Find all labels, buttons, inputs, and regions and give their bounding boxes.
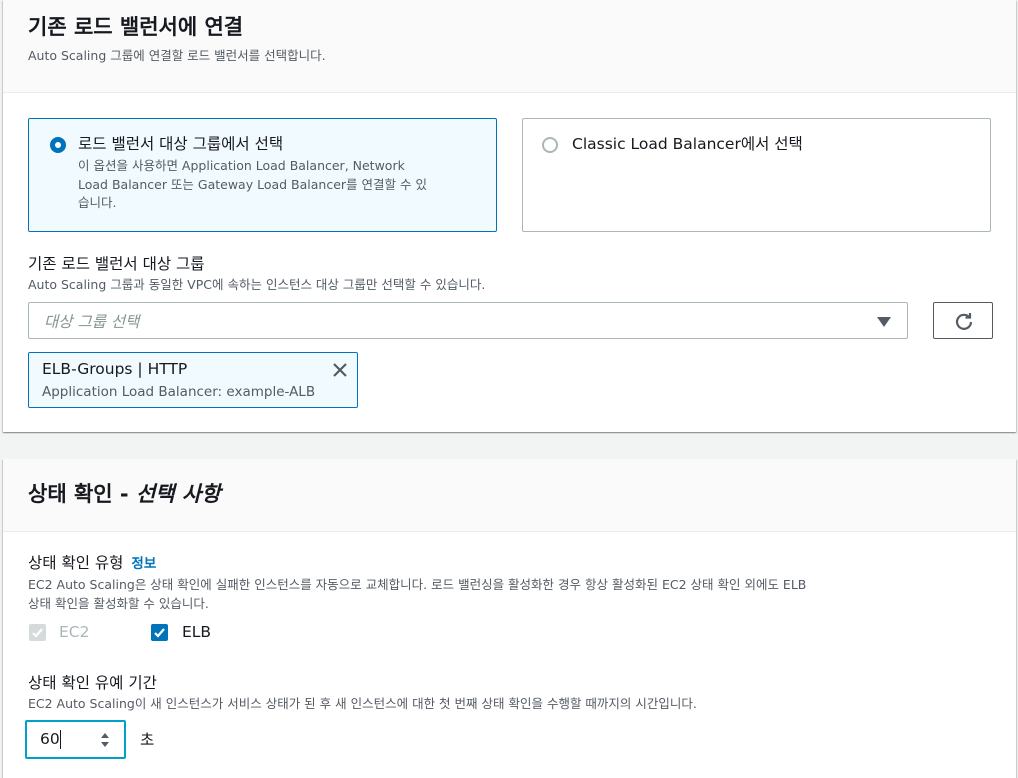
ec2-checkbox	[29, 624, 46, 641]
token-subtitle: Application Load Balancer: example-ALB	[42, 384, 316, 400]
option-target-group-description-3: 습니다.	[78, 195, 117, 210]
token-title: ELB-Groups | HTTP	[42, 360, 188, 378]
load-balancer-panel-header: 기존 로드 밸런서에 연결 Auto Scaling 그룹에 연결할 로드 밸런…	[3, 0, 1016, 93]
selected-target-group-token: ELB-Groups | HTTP Application Load Balan…	[28, 352, 358, 408]
close-icon[interactable]	[332, 362, 348, 378]
option-target-group-tile[interactable]: 로드 밸런서 대상 그룹에서 선택 이 옵션을 사용하면 Application…	[28, 118, 497, 232]
target-group-select-placeholder: 대상 그룹 선택	[44, 313, 140, 331]
health-check-type-label-text: 상태 확인 유형	[28, 554, 124, 572]
grace-period-unit: 초	[140, 731, 155, 749]
check-icon	[32, 628, 43, 638]
elb-checkbox[interactable]	[151, 624, 168, 641]
target-group-description: Auto Scaling 그룹과 동일한 VPC에 속하는 인스턴스 대상 그룹…	[28, 277, 486, 292]
info-link[interactable]: 정보	[131, 556, 156, 572]
ec2-checkbox-label: EC2	[59, 623, 90, 641]
target-group-label: 기존 로드 밸런서 대상 그룹	[28, 255, 205, 273]
option-classic-lb-tile[interactable]: Classic Load Balancer에서 선택	[522, 118, 991, 232]
radio-classic-lb[interactable]	[542, 137, 558, 153]
health-check-panel-header: 상태 확인 - 선택 사항	[3, 459, 1016, 532]
health-check-type-label: 상태 확인 유형 정보	[28, 551, 156, 573]
health-check-panel: 상태 확인 - 선택 사항	[3, 459, 1016, 778]
health-check-title: 상태 확인 - 선택 사항	[28, 478, 991, 510]
elb-checkbox-label: ELB	[182, 623, 212, 641]
health-check-title-main: 상태 확인 -	[28, 482, 136, 506]
option-target-group-description-2: Load Balancer 또는 Gateway Load Balancer를 …	[78, 177, 427, 192]
text-cursor	[60, 730, 61, 749]
refresh-icon	[955, 313, 973, 330]
option-target-group-description-1: 이 옵션을 사용하면 Application Load Balancer, Ne…	[78, 158, 405, 173]
refresh-button[interactable]	[933, 302, 993, 339]
grace-period-description: EC2 Auto Scaling이 새 인스턴스가 서비스 상태가 된 후 새 …	[28, 696, 697, 711]
option-target-group-title: 로드 밸런서 대상 그룹에서 선택	[78, 135, 284, 153]
radio-target-group[interactable]	[50, 137, 66, 153]
option-classic-lb-title: Classic Load Balancer에서 선택	[572, 135, 803, 153]
stepper-icon[interactable]	[100, 731, 110, 749]
grace-period-label: 상태 확인 유예 기간	[28, 674, 157, 692]
target-group-select[interactable]: 대상 그룹 선택	[28, 302, 908, 339]
caret-down-icon	[877, 317, 891, 327]
load-balancer-description: Auto Scaling 그룹에 연결할 로드 밸런서를 선택합니다.	[28, 48, 326, 63]
load-balancer-panel: 기존 로드 밸런서에 연결 Auto Scaling 그룹에 연결할 로드 밸런…	[3, 0, 1016, 432]
grace-period-input[interactable]: 60	[25, 720, 126, 759]
health-check-type-description-2: 상태 확인을 활성화할 수 있습니다.	[28, 596, 209, 611]
check-icon	[154, 628, 165, 638]
health-check-title-optional: 선택 사항	[135, 482, 221, 506]
load-balancer-title: 기존 로드 밸런서에 연결	[28, 15, 244, 39]
health-check-type-description-1: EC2 Auto Scaling은 상태 확인에 실패한 인스턴스를 자동으로 …	[28, 577, 807, 592]
grace-period-value: 60	[40, 730, 60, 748]
